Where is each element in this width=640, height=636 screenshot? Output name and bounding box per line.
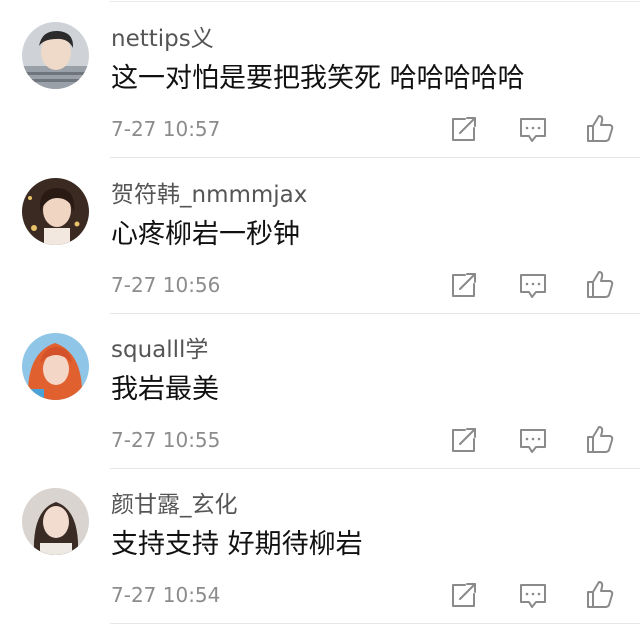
reply-button[interactable] (516, 578, 550, 612)
timestamp: 7-27 10:54 (111, 583, 221, 607)
username[interactable]: 颜甘露_玄化 (111, 490, 238, 520)
comment-actions (447, 423, 627, 457)
divider (110, 623, 640, 624)
like-icon (587, 581, 614, 608)
reply-icon (520, 429, 546, 453)
comment-item: nettips义 这一对怕是要把我笑死 哈哈哈哈哈 7-27 10:57 (0, 2, 640, 158)
reply-icon (520, 584, 546, 608)
comment-text: 支持支持 好期待柳岩 (111, 529, 363, 560)
comment-item: 贺符韩_nmmmjax 心疼柳岩一秒钟 7-27 10:56 (0, 158, 640, 314)
reply-icon (520, 118, 546, 142)
avatar[interactable] (22, 333, 89, 400)
like-icon (587, 426, 614, 453)
username[interactable]: squalll学 (111, 335, 208, 365)
timestamp: 7-27 10:55 (111, 428, 221, 452)
share-icon (452, 117, 476, 141)
comment-text: 我岩最美 (111, 374, 219, 405)
timestamp: 7-27 10:56 (111, 273, 221, 297)
comment-item: 颜甘露_玄化 支持支持 好期待柳岩 7-27 10:54 (0, 468, 640, 624)
share-button[interactable] (447, 423, 481, 457)
username[interactable]: nettips义 (111, 24, 214, 54)
avatar[interactable] (22, 488, 89, 555)
share-icon (452, 273, 476, 297)
comment-text: 心疼柳岩一秒钟 (111, 219, 300, 250)
username[interactable]: 贺符韩_nmmmjax (111, 180, 307, 210)
comment-actions (447, 578, 627, 612)
avatar[interactable] (22, 22, 89, 89)
timestamp: 7-27 10:57 (111, 117, 221, 141)
comment-text: 这一对怕是要把我笑死 哈哈哈哈哈 (111, 63, 525, 94)
share-button[interactable] (447, 578, 481, 612)
reply-button[interactable] (516, 112, 550, 146)
like-button[interactable] (583, 112, 617, 146)
share-icon (452, 428, 476, 452)
like-button[interactable] (583, 423, 617, 457)
share-button[interactable] (447, 112, 481, 146)
comment-actions (447, 112, 627, 146)
reply-icon (520, 274, 546, 298)
like-icon (587, 271, 614, 298)
reply-button[interactable] (516, 423, 550, 457)
like-button[interactable] (583, 578, 617, 612)
like-icon (587, 115, 614, 142)
like-button[interactable] (583, 268, 617, 302)
reply-button[interactable] (516, 268, 550, 302)
avatar[interactable] (22, 178, 89, 245)
comment-item: squalll学 我岩最美 7-27 10:55 (0, 313, 640, 469)
share-icon (452, 583, 476, 607)
comment-actions (447, 268, 627, 302)
share-button[interactable] (447, 268, 481, 302)
